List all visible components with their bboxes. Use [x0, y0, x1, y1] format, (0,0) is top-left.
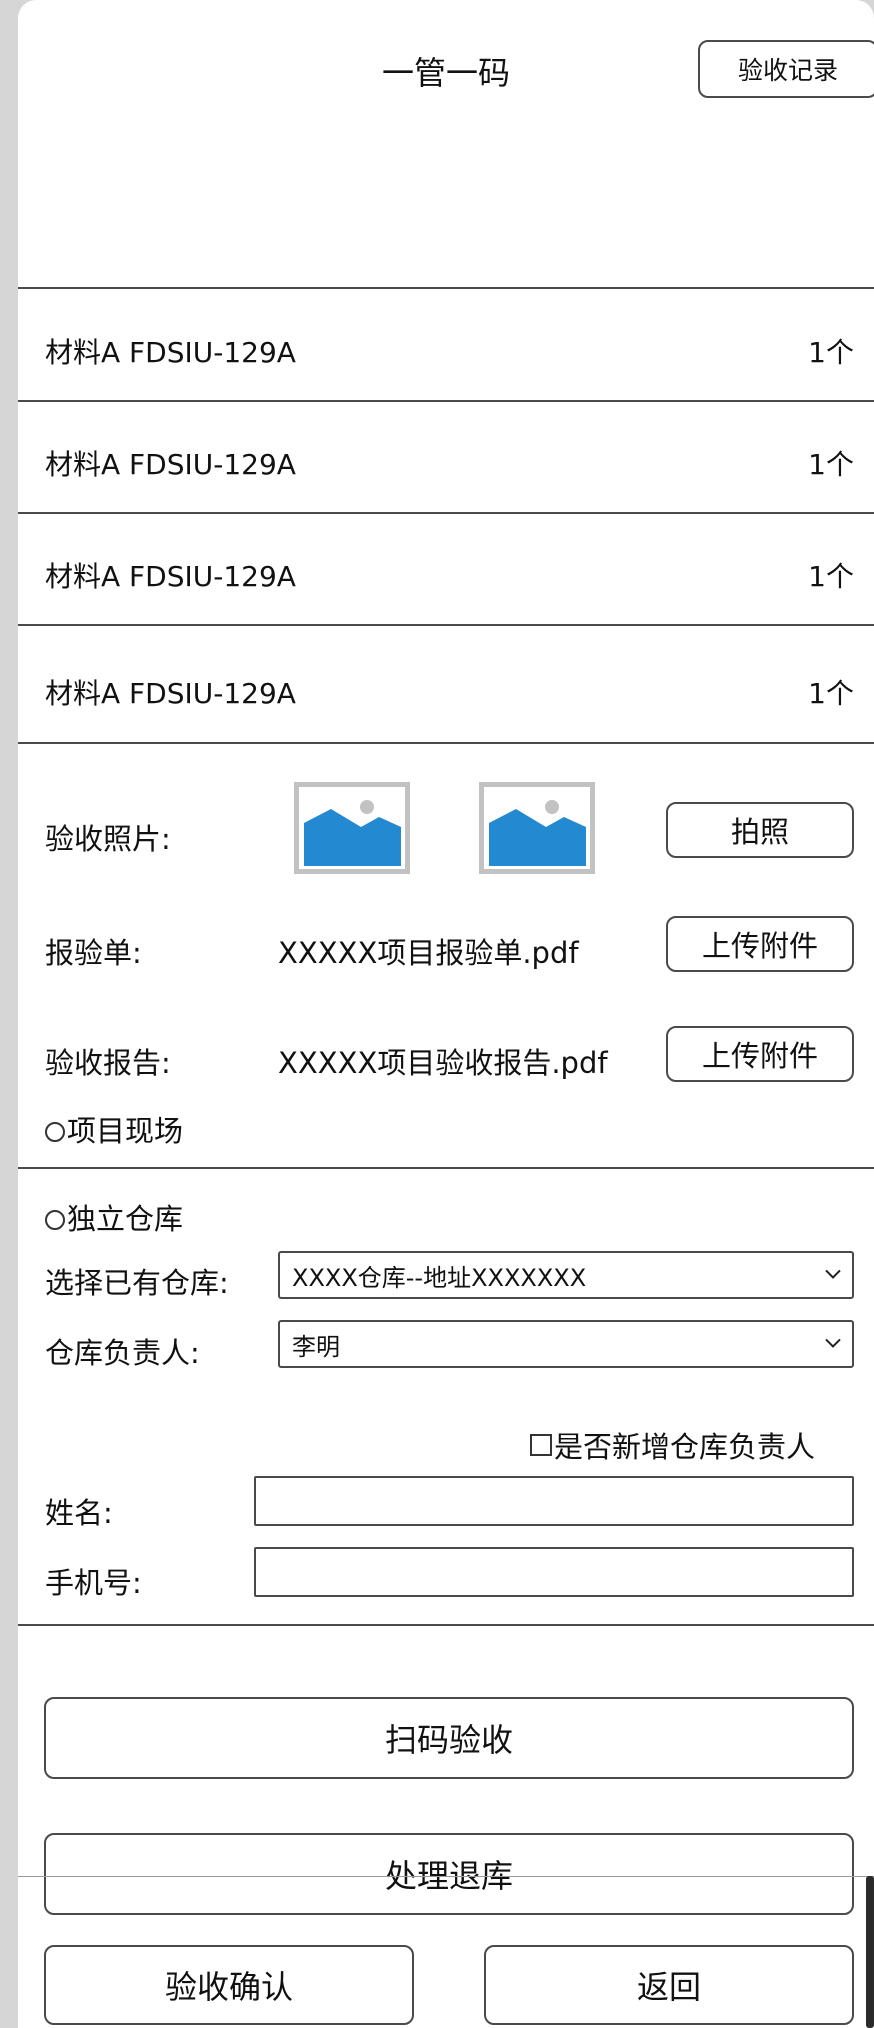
image-placeholder-icon — [489, 800, 586, 866]
divider — [18, 1167, 874, 1169]
process-return-button[interactable]: 处理退库 — [44, 1833, 854, 1915]
inspection-file-name[interactable]: XXXXX项目报验单.pdf — [278, 930, 579, 972]
material-name: 材料A FDSIU-129A — [45, 677, 296, 710]
material-qty: 1个 — [808, 677, 854, 710]
site-radio-label: 项目现场 — [67, 1114, 184, 1148]
overlay-line — [18, 1876, 874, 1877]
list-item[interactable]: 材料A FDSIU-129A 1个 — [18, 289, 874, 400]
page-panel: 一管一码 验收记录 材料A FDSIU-129A 1个 材料A FDSIU-12… — [18, 0, 874, 2028]
material-name: 材料A FDSIU-129A — [45, 336, 296, 369]
photo-thumbnail[interactable] — [294, 782, 410, 874]
report-file-name[interactable]: XXXXX项目验收报告.pdf — [278, 1040, 608, 1082]
take-photo-button[interactable]: 拍照 — [666, 802, 854, 858]
phone-input[interactable] — [254, 1547, 854, 1597]
add-manager-label: 是否新增仓库负责人 — [554, 1430, 816, 1464]
material-qty: 1个 — [808, 448, 854, 481]
manager-select-value: 李明 — [292, 1332, 340, 1361]
list-item[interactable]: 材料A FDSIU-129A 1个 — [18, 626, 874, 742]
list-item[interactable]: 材料A FDSIU-129A 1个 — [18, 514, 874, 624]
photo-thumbnail[interactable] — [479, 782, 595, 874]
radio-icon[interactable] — [45, 1210, 65, 1230]
material-name: 材料A FDSIU-129A — [45, 448, 296, 481]
material-qty: 1个 — [808, 560, 854, 593]
photo-label: 验收照片: — [45, 822, 171, 856]
manager-select[interactable]: 李明 — [278, 1320, 854, 1368]
name-input[interactable] — [254, 1476, 854, 1526]
warehouse-radio-option[interactable]: 独立仓库 — [45, 1196, 183, 1238]
chevron-down-icon — [825, 1269, 841, 1279]
report-label: 验收报告: — [45, 1046, 171, 1080]
radio-icon[interactable] — [45, 1122, 65, 1142]
divider — [18, 1624, 874, 1626]
upload-inspection-button[interactable]: 上传附件 — [666, 916, 854, 972]
list-item[interactable]: 材料A FDSIU-129A 1个 — [18, 402, 874, 512]
checkbox-icon[interactable] — [530, 1434, 552, 1456]
warehouse-select-value: XXXX仓库--地址XXXXXXX — [292, 1263, 587, 1292]
acceptance-records-button[interactable]: 验收记录 — [698, 40, 874, 98]
add-manager-option[interactable]: 是否新增仓库负责人 — [530, 1424, 815, 1466]
scan-accept-button[interactable]: 扫码验收 — [44, 1697, 854, 1779]
back-button[interactable]: 返回 — [484, 1945, 854, 2025]
name-label: 姓名: — [45, 1496, 113, 1530]
warehouse-radio-label: 独立仓库 — [67, 1202, 184, 1236]
material-name: 材料A FDSIU-129A — [45, 560, 296, 593]
image-placeholder-icon — [304, 800, 401, 866]
scrollbar-thumb[interactable] — [866, 1876, 874, 2028]
chevron-down-icon — [825, 1338, 841, 1348]
divider — [18, 742, 874, 744]
phone-label: 手机号: — [45, 1566, 142, 1600]
upload-report-button[interactable]: 上传附件 — [666, 1026, 854, 1082]
choose-warehouse-label: 选择已有仓库: — [45, 1266, 229, 1300]
site-radio-option[interactable]: 项目现场 — [45, 1108, 183, 1150]
inspection-label: 报验单: — [45, 936, 142, 970]
material-qty: 1个 — [808, 336, 854, 369]
confirm-acceptance-button[interactable]: 验收确认 — [44, 1945, 414, 2025]
manager-label: 仓库负责人: — [45, 1336, 200, 1370]
warehouse-select[interactable]: XXXX仓库--地址XXXXXXX — [278, 1251, 854, 1299]
